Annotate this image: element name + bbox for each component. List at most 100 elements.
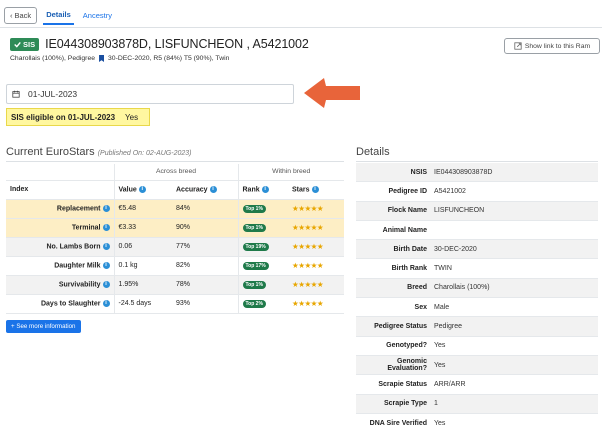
info-icon[interactable]: i xyxy=(311,185,319,193)
row-rank: Top 19% xyxy=(237,237,288,257)
row-accuracy: 78% xyxy=(172,275,238,295)
tab-ancestry[interactable]: Ancestry xyxy=(80,5,115,25)
info-icon[interactable]: i xyxy=(102,223,110,231)
star-rating: ★★★★★ xyxy=(288,199,344,219)
table-row: Replacement i €5.48 84% Top 1% ★★★★★ xyxy=(6,199,344,219)
detail-value: IE044308903878D xyxy=(434,168,493,176)
animal-subtitle: Charollais (100%), Pedigree 30-DEC-2020,… xyxy=(10,55,229,62)
info-icon[interactable]: i xyxy=(102,299,110,307)
detail-value: Male xyxy=(434,303,450,311)
col-rank-label: Rank xyxy=(242,186,260,194)
detail-row: Pedigree ID A5421002 xyxy=(356,182,598,202)
detail-label: Birth Rank xyxy=(391,265,427,273)
row-accuracy: 77% xyxy=(172,237,238,257)
eligibility-value: Yes xyxy=(125,112,139,122)
detail-row: Animal Name xyxy=(356,221,598,241)
bookmark-icon xyxy=(99,55,105,62)
detail-value: LISFUNCHEON xyxy=(434,207,485,215)
detail-label: Scrapie Status xyxy=(378,380,427,388)
col-index: Index xyxy=(6,180,114,200)
table-row: No. Lambs Born i 0.06 77% Top 19% ★★★★★ xyxy=(6,237,344,257)
row-index-label: Replacement xyxy=(56,205,101,213)
rank-badge: Top 1% xyxy=(242,280,266,289)
row-value: €3.33 xyxy=(113,218,172,238)
row-index-label: Survivability xyxy=(58,281,101,289)
row-accuracy: 82% xyxy=(172,256,238,276)
detail-label: Flock Name xyxy=(387,207,427,215)
detail-row: Birth Date 30-DEC-2020 xyxy=(356,240,598,260)
table-header: Index Value i Accuracy i Rank i Stars i xyxy=(6,180,344,200)
detail-label: Breed xyxy=(407,284,427,292)
row-rank: Top 17% xyxy=(237,256,288,276)
rank-badge: Top 19% xyxy=(242,242,269,251)
rank-badge: Top 17% xyxy=(242,261,269,270)
info-icon[interactable]: i xyxy=(102,204,110,212)
col-value-label: Value xyxy=(118,186,137,194)
row-rank: Top 1% xyxy=(237,275,288,295)
info-icon[interactable]: i xyxy=(209,185,217,193)
row-index-label: Daughter Milk xyxy=(54,262,101,270)
sis-badge: SIS xyxy=(10,37,40,51)
eurostars-title: Current EuroStars xyxy=(6,146,95,158)
detail-value: Pedigree xyxy=(434,323,463,331)
detail-label: Genomic Evaluation? xyxy=(387,358,427,373)
see-more-button[interactable]: + See more information xyxy=(6,320,81,333)
row-index: Terminal i xyxy=(6,218,114,238)
arrow-left-icon xyxy=(304,78,360,108)
detail-value: Yes xyxy=(434,361,446,369)
chevron-left-icon: ‹ xyxy=(10,10,13,20)
back-button[interactable]: ‹ Back xyxy=(4,6,38,24)
row-accuracy: 84% xyxy=(172,199,238,219)
date-input[interactable]: 01-JUL-2023 xyxy=(6,84,294,104)
link-icon xyxy=(514,42,522,50)
detail-label: Pedigree ID xyxy=(388,187,427,195)
detail-row: Breed Charollais (100%) xyxy=(356,278,598,299)
detail-row: NSIS IE044308903878D xyxy=(356,163,598,183)
info-icon[interactable]: i xyxy=(261,185,269,193)
detail-label: Pedigree Status xyxy=(374,323,427,331)
info-icon[interactable]: i xyxy=(138,185,146,193)
detail-label: Birth Date xyxy=(393,245,427,253)
row-value: 0.06 xyxy=(113,237,172,257)
row-index: Daughter Milk i xyxy=(6,256,114,276)
col-stars: Stars i xyxy=(288,180,344,200)
detail-row: Genomic Evaluation? Yes xyxy=(356,355,598,376)
row-value: €5.48 xyxy=(113,199,172,219)
detail-value: 1 xyxy=(434,400,438,408)
star-rating: ★★★★★ xyxy=(288,294,344,314)
detail-value: TWIN xyxy=(434,265,452,273)
info-icon[interactable]: i xyxy=(102,261,110,269)
row-value: 0.1 kg xyxy=(113,256,172,276)
detail-value: 30-DEC-2020 xyxy=(434,245,477,253)
detail-row: Birth Rank TWIN xyxy=(356,259,598,279)
star-rating: ★★★★★ xyxy=(288,275,344,295)
col-rank: Rank i xyxy=(237,180,288,200)
row-accuracy: 93% xyxy=(172,294,238,314)
info-icon[interactable]: i xyxy=(102,242,110,250)
detail-label: Sex xyxy=(414,303,427,311)
detail-row: DNA Sire Verified Yes xyxy=(356,414,598,427)
details-list: NSIS IE044308903878D Pedigree ID A5421002 … xyxy=(356,163,598,427)
tab-details[interactable]: Details xyxy=(43,5,74,25)
row-index-label: No. Lambs Born xyxy=(46,243,101,251)
eurostars-table: Across breed Within breed Index Value i A… xyxy=(6,164,344,314)
info-icon[interactable]: i xyxy=(102,280,110,288)
back-button-label: Back xyxy=(14,10,32,20)
row-index: Survivability i xyxy=(6,275,114,295)
show-ram-link-button[interactable]: Show link to this Ram xyxy=(504,38,600,54)
breed-summary: Charollais (100%), Pedigree xyxy=(10,55,96,62)
group-across-breed: Across breed xyxy=(113,164,238,181)
detail-row: Genotyped? Yes xyxy=(356,337,598,356)
table-row: Survivability i 1.95% 78% Top 1% ★★★★★ xyxy=(6,275,344,295)
detail-value: Charollais (100%) xyxy=(434,284,490,292)
detail-value: ARR/ARR xyxy=(434,380,466,388)
eurostars-heading: Current EuroStars (Published On: 02-AUG-… xyxy=(6,146,192,158)
table-row: Days to Slaughter i -24.5 days 93% Top 2%… xyxy=(6,294,344,314)
star-rating: ★★★★★ xyxy=(288,256,344,276)
star-rating: ★★★★★ xyxy=(288,218,344,238)
birth-summary: 30-DEC-2020, R5 (84%) T5 (90%), Twin xyxy=(108,55,230,62)
detail-label: Animal Name xyxy=(382,226,427,234)
rank-badge: Top 1% xyxy=(242,223,266,232)
nav-divider xyxy=(0,27,602,28)
detail-label: NSIS xyxy=(410,168,427,176)
